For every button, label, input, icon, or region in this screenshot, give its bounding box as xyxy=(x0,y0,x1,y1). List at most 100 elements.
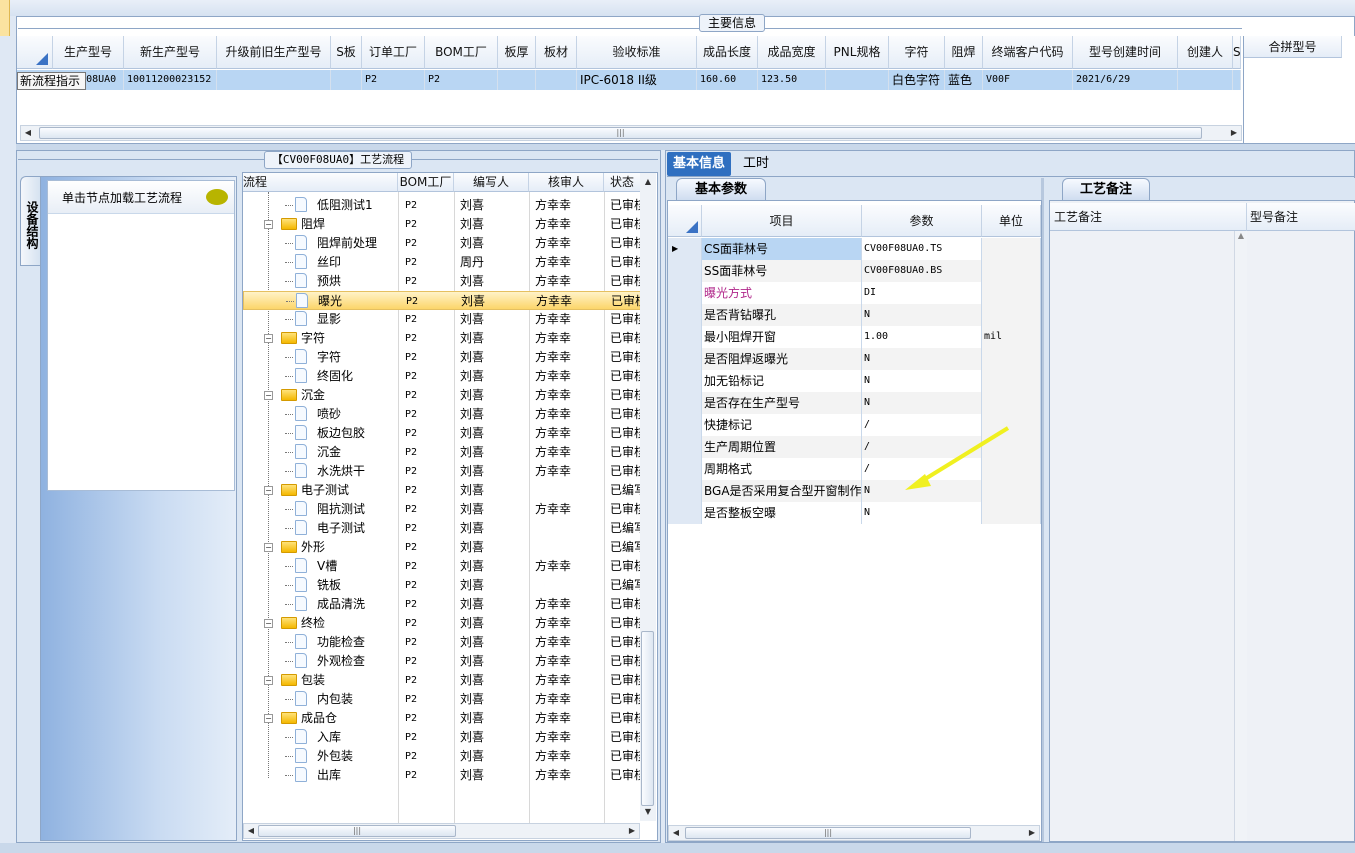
column-header[interactable]: S xyxy=(1233,36,1241,69)
collapse-icon[interactable]: − xyxy=(264,543,273,552)
tree-row[interactable]: − 成品仓 P2 刘喜 方幸幸 已审核 xyxy=(243,709,641,728)
params-row[interactable]: SS面菲林号 CV00F08UA0.BS xyxy=(668,260,1041,282)
param-value[interactable]: CV00F08UA0.TS xyxy=(862,238,982,260)
column-header[interactable]: 订单工厂 xyxy=(362,36,425,69)
param-value[interactable]: DI xyxy=(862,282,982,304)
tree-vscroll[interactable]: ▲ ▼ xyxy=(640,173,656,821)
tree-row[interactable]: 显影 P2 刘喜 方幸幸 已审核 xyxy=(243,310,641,329)
column-header[interactable]: 板厚 xyxy=(498,36,536,69)
param-value[interactable]: CV00F08UA0.BS xyxy=(862,260,982,282)
tree-column-header[interactable]: 流程 xyxy=(243,173,398,192)
scroll-thumb[interactable]: ||| xyxy=(258,825,456,837)
params-column-header[interactable]: 项目 xyxy=(702,205,862,237)
scroll-right-icon[interactable]: ▶ xyxy=(1025,826,1039,840)
tree-row[interactable]: V槽 P2 刘喜 方幸幸 已审核 xyxy=(243,557,641,576)
tree-row[interactable]: 成品清洗 P2 刘喜 方幸幸 已审核 xyxy=(243,595,641,614)
tree-row[interactable]: 板边包胶 P2 刘喜 方幸幸 已审核 xyxy=(243,424,641,443)
param-value[interactable]: 1.00 xyxy=(862,326,982,348)
column-header[interactable]: 终端客户代码 xyxy=(983,36,1073,69)
column-header[interactable]: 板材 xyxy=(536,36,577,69)
params-row[interactable]: 是否整板空曝 N xyxy=(668,502,1041,524)
tree-row[interactable]: − 外形 P2 刘喜 已编写 xyxy=(243,538,641,557)
grid-corner[interactable] xyxy=(17,36,53,69)
notes-vscroll[interactable]: ▲ xyxy=(1234,231,1247,841)
scroll-down-icon[interactable]: ▼ xyxy=(641,805,655,819)
tree-column-header[interactable]: 状态 xyxy=(604,173,641,192)
scroll-right-icon[interactable]: ▶ xyxy=(625,824,639,838)
scroll-thumb[interactable] xyxy=(641,631,654,806)
collapse-icon[interactable]: − xyxy=(264,676,273,685)
param-value[interactable]: N xyxy=(862,502,982,524)
params-hscroll[interactable]: ◀ ||| ▶ xyxy=(668,825,1040,841)
column-header[interactable]: 验收标准 xyxy=(577,36,697,69)
tree-row[interactable]: − 电子测试 P2 刘喜 已编写 xyxy=(243,481,641,500)
collapse-icon[interactable]: − xyxy=(264,334,273,343)
tree-row[interactable]: 功能检查 P2 刘喜 方幸幸 已审核 xyxy=(243,633,641,652)
tree-row[interactable]: 沉金 P2 刘喜 方幸幸 已审核 xyxy=(243,443,641,462)
tree-row[interactable]: − 终检 P2 刘喜 方幸幸 已审核 xyxy=(243,614,641,633)
grid-corner[interactable] xyxy=(668,205,702,237)
tab-equipment-structure[interactable]: 设备结构 xyxy=(20,176,41,266)
tab-basic-params[interactable]: 基本参数 xyxy=(676,178,766,200)
tree-row[interactable]: 电子测试 P2 刘喜 已编写 xyxy=(243,519,641,538)
column-header[interactable]: PNL规格 xyxy=(826,36,889,69)
column-header[interactable]: 新生产型号 xyxy=(124,36,217,69)
collapse-icon[interactable]: − xyxy=(264,391,273,400)
column-header[interactable]: 升级前旧生产型号 xyxy=(217,36,331,69)
tree-row[interactable]: 预烘 P2 刘喜 方幸幸 已审核 xyxy=(243,272,641,291)
params-row[interactable]: ▶ CS面菲林号 CV00F08UA0.TS xyxy=(668,238,1041,260)
param-value[interactable]: N xyxy=(862,304,982,326)
tree-hscroll[interactable]: ◀ ||| ▶ xyxy=(243,823,640,839)
column-header[interactable]: 生产型号 xyxy=(53,36,124,69)
tab-process-notes[interactable]: 工艺备注 xyxy=(1062,178,1150,200)
tree-row[interactable]: 终固化 P2 刘喜 方幸幸 已审核 xyxy=(243,367,641,386)
scroll-right-icon[interactable]: ▶ xyxy=(1227,126,1241,140)
tree-column-header[interactable]: BOM工厂 xyxy=(398,173,454,192)
params-row[interactable]: 曝光方式 DI xyxy=(668,282,1041,304)
param-value[interactable]: N xyxy=(862,348,982,370)
column-header[interactable]: 型号创建时间 xyxy=(1073,36,1178,69)
collapse-icon[interactable]: − xyxy=(264,220,273,229)
column-header[interactable]: 成品长度 xyxy=(697,36,758,69)
tab-work-hours[interactable]: 工时 xyxy=(737,152,775,176)
tree-row[interactable]: 阻抗测试 P2 刘喜 方幸幸 已审核 xyxy=(243,500,641,519)
params-row[interactable]: 是否存在生产型号 N xyxy=(668,392,1041,414)
tree-row[interactable]: 出库 P2 刘喜 方幸幸 已审核 xyxy=(243,766,641,785)
column-header[interactable]: 阻焊 xyxy=(945,36,983,69)
column-header[interactable]: S板 xyxy=(331,36,362,69)
left-edge-tab[interactable] xyxy=(0,0,10,36)
scroll-left-icon[interactable]: ◀ xyxy=(21,126,35,140)
column-header[interactable]: 创建人 xyxy=(1178,36,1233,69)
tab-basic-info[interactable]: 基本信息 xyxy=(667,152,732,176)
scroll-left-icon[interactable]: ◀ xyxy=(669,826,683,840)
param-value[interactable]: N xyxy=(862,370,982,392)
tree-row[interactable]: − 包装 P2 刘喜 方幸幸 已审核 xyxy=(243,671,641,690)
tree-row[interactable]: 水洗烘干 P2 刘喜 方幸幸 已审核 xyxy=(243,462,641,481)
tree-row[interactable]: 丝印 P2 周丹 方幸幸 已审核 xyxy=(243,253,641,272)
scroll-left-icon[interactable]: ◀ xyxy=(244,824,258,838)
tree-row[interactable]: − 沉金 P2 刘喜 方幸幸 已审核 xyxy=(243,386,641,405)
tree-row[interactable]: 内包装 P2 刘喜 方幸幸 已审核 xyxy=(243,690,641,709)
collapse-icon[interactable]: − xyxy=(264,619,273,628)
params-column-header[interactable]: 参数 xyxy=(862,205,982,237)
main-info-row[interactable]: CV00F08UA0 10011200023152 P2 P2 IPC-6018 II级… xyxy=(17,70,1241,90)
tree-row[interactable]: 曝光 P2 刘喜 方幸幸 已审核 xyxy=(243,291,642,310)
tree-row[interactable]: 喷砂 P2 刘喜 方幸幸 已审核 xyxy=(243,405,641,424)
scroll-thumb[interactable]: ||| xyxy=(39,127,1202,139)
params-row[interactable]: 加无铅标记 N xyxy=(668,370,1041,392)
params-row[interactable]: 最小阻焊开窗 1.00 mil xyxy=(668,326,1041,348)
tree-row[interactable]: − 阻焊 P2 刘喜 方幸幸 已审核 xyxy=(243,215,641,234)
scroll-up-icon[interactable]: ▲ xyxy=(641,175,655,189)
tree-row[interactable]: 外包装 P2 刘喜 方幸幸 已审核 xyxy=(243,747,641,766)
collapse-icon[interactable]: − xyxy=(264,486,273,495)
param-value[interactable]: N xyxy=(862,392,982,414)
params-column-header[interactable]: 单位 xyxy=(982,205,1041,237)
tree-row[interactable]: 低阻测试1 P2 刘喜 方幸幸 已审核 xyxy=(243,196,641,215)
params-row[interactable]: 是否阻焊返曝光 N xyxy=(668,348,1041,370)
tree-row[interactable]: 外观检查 P2 刘喜 方幸幸 已审核 xyxy=(243,652,641,671)
column-header[interactable]: BOM工厂 xyxy=(425,36,498,69)
column-header[interactable]: 字符 xyxy=(889,36,945,69)
tree-row[interactable]: 入库 P2 刘喜 方幸幸 已审核 xyxy=(243,728,641,747)
tree-row[interactable]: 铣板 P2 刘喜 已编写 xyxy=(243,576,641,595)
params-row[interactable]: 是否背钻曝孔 N xyxy=(668,304,1041,326)
